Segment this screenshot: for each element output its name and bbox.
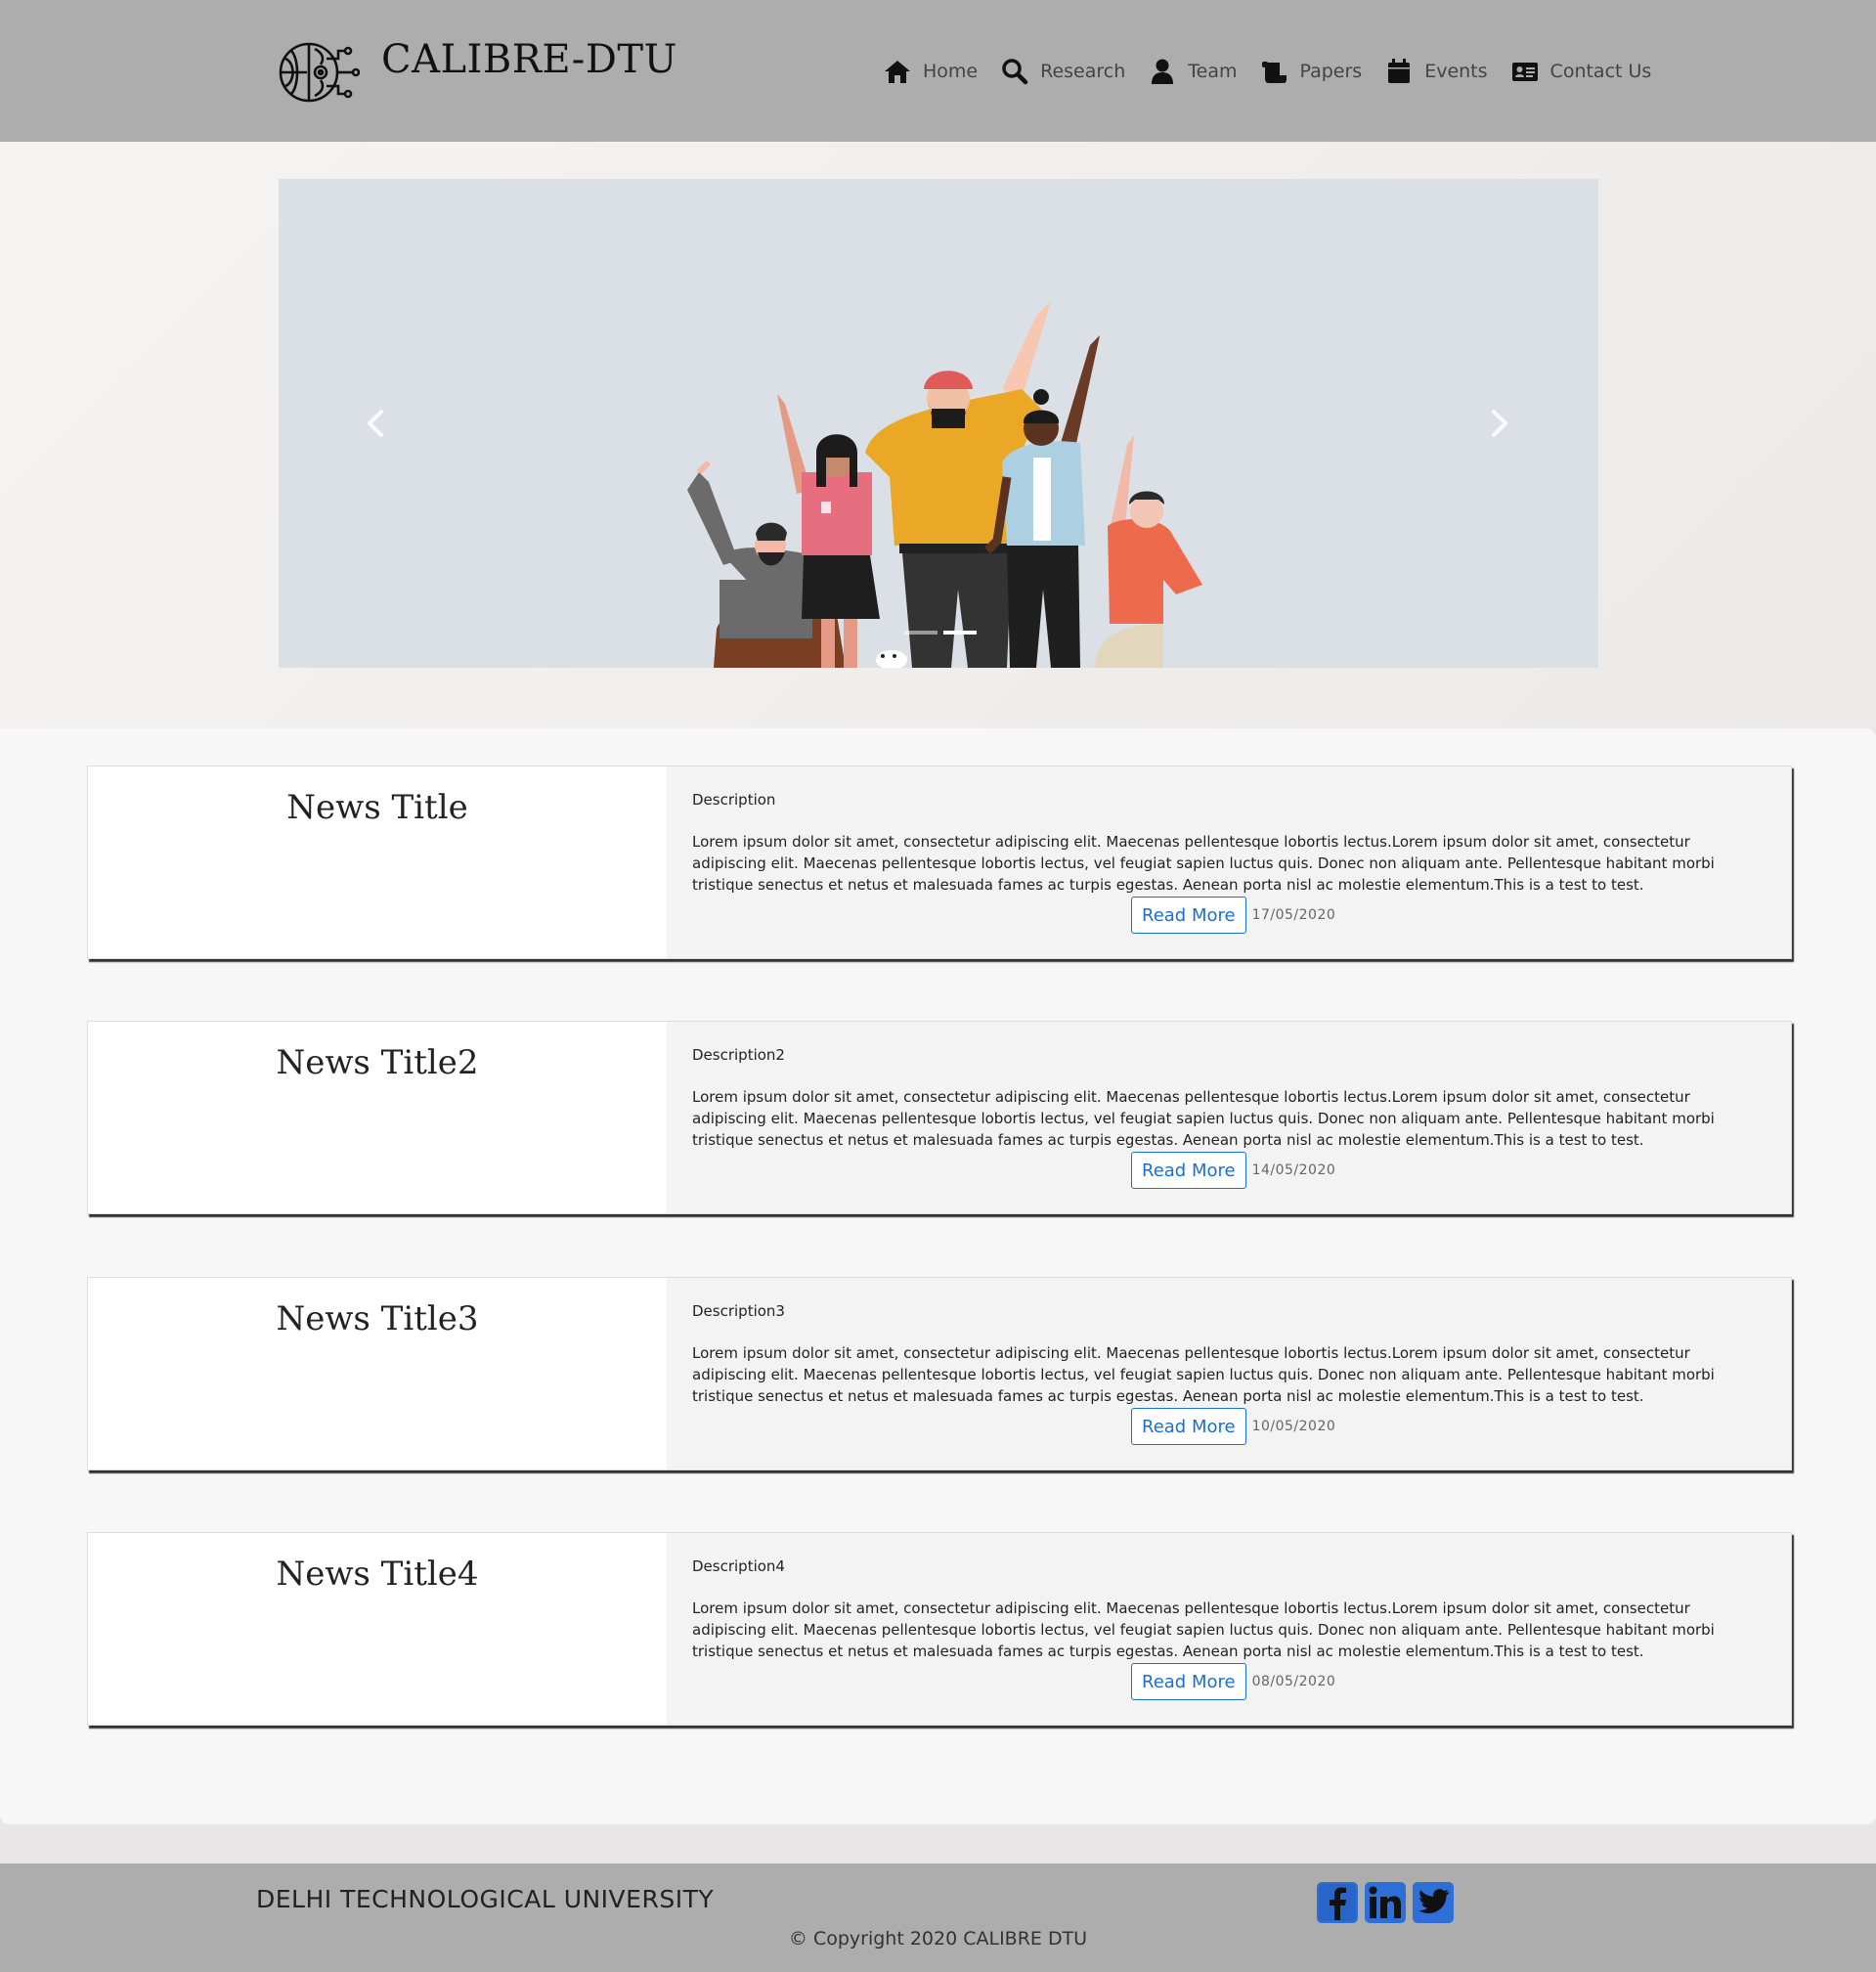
nav-research[interactable]: Research bbox=[1001, 58, 1125, 85]
footer-university: DELHI TECHNOLOGICAL UNIVERSITY bbox=[256, 1885, 715, 1913]
news-card-footer: Read More 17/05/2020 bbox=[1131, 897, 1335, 934]
read-more-button[interactable]: Read More bbox=[1131, 1152, 1246, 1189]
read-more-button[interactable]: Read More bbox=[1131, 897, 1246, 934]
nav-events-label: Events bbox=[1424, 61, 1488, 82]
news-card-footer: Read More 10/05/2020 bbox=[1131, 1408, 1335, 1445]
news-card-image-area: News Title2 bbox=[88, 1022, 667, 1213]
twitter-icon bbox=[1413, 1882, 1454, 1923]
linkedin-link[interactable] bbox=[1364, 1881, 1407, 1924]
footer-copyright: © Copyright 2020 CALIBRE DTU bbox=[788, 1928, 1088, 1950]
news-card-footer: Read More 08/05/2020 bbox=[1131, 1663, 1335, 1700]
news-date: 10/05/2020 bbox=[1251, 1419, 1336, 1434]
main-nav: Home Research Team Papers Events Contact… bbox=[884, 54, 1651, 89]
nav-papers-label: Papers bbox=[1299, 61, 1363, 82]
site-header: CALIBRE-DTU Home Research Team Papers Ev… bbox=[0, 0, 1876, 142]
search-icon bbox=[1002, 59, 1028, 85]
carousel-indicators bbox=[904, 631, 977, 635]
news-card: News Title3 Description3 Lorem ipsum dolor… bbox=[87, 1277, 1792, 1470]
news-card-image-area: News Title3 bbox=[88, 1278, 667, 1469]
news-description: Description bbox=[692, 791, 776, 809]
image-carousel[interactable] bbox=[279, 179, 1598, 668]
news-card-content: Description2 Lorem ipsum dolor sit amet, … bbox=[667, 1022, 1791, 1213]
user-icon bbox=[1152, 59, 1174, 84]
news-title: News Title bbox=[286, 788, 468, 827]
read-more-button[interactable]: Read More bbox=[1131, 1663, 1246, 1700]
news-body: Lorem ipsum dolor sit amet, consectetur … bbox=[692, 833, 1715, 894]
chevron-right-icon bbox=[1492, 410, 1507, 437]
id-card-icon bbox=[1511, 63, 1538, 81]
calendar-icon bbox=[1388, 59, 1411, 83]
news-description: Description4 bbox=[692, 1557, 785, 1575]
nav-home-label: Home bbox=[923, 61, 979, 82]
home-icon bbox=[885, 61, 910, 83]
site-footer: DELHI TECHNOLOGICAL UNIVERSITY © Copyrig… bbox=[0, 1863, 1876, 1972]
brand-name[interactable]: CALIBRE-DTU bbox=[381, 37, 677, 82]
nav-contact[interactable]: Contact Us bbox=[1511, 58, 1652, 85]
linkedin-icon bbox=[1365, 1882, 1406, 1923]
nav-research-label: Research bbox=[1040, 61, 1126, 82]
news-body: Lorem ipsum dolor sit amet, consectetur … bbox=[692, 1600, 1715, 1660]
news-title: News Title2 bbox=[276, 1043, 479, 1082]
news-card-content: Description3 Lorem ipsum dolor sit amet, … bbox=[667, 1278, 1791, 1469]
news-card: News Title2 Description2 Lorem ipsum dolor… bbox=[87, 1021, 1792, 1214]
news-description: Description3 bbox=[692, 1302, 785, 1320]
nav-events[interactable]: Events bbox=[1385, 58, 1488, 85]
nav-team-label: Team bbox=[1188, 61, 1238, 82]
news-date: 17/05/2020 bbox=[1251, 907, 1336, 923]
nav-team[interactable]: Team bbox=[1149, 58, 1237, 85]
news-card: News Title Description Lorem ipsum dolor s… bbox=[87, 766, 1792, 959]
chevron-left-icon bbox=[368, 410, 383, 437]
news-card-content: Description Lorem ipsum dolor sit amet, c… bbox=[667, 767, 1791, 958]
twitter-link[interactable] bbox=[1412, 1881, 1455, 1924]
read-more-button[interactable]: Read More bbox=[1131, 1408, 1246, 1445]
scroll-icon bbox=[1262, 62, 1287, 83]
nav-home[interactable]: Home bbox=[884, 58, 978, 85]
carousel-indicator-2[interactable] bbox=[943, 631, 977, 635]
nav-contact-label: Contact Us bbox=[1549, 61, 1652, 82]
facebook-link[interactable] bbox=[1316, 1881, 1359, 1924]
carousel-prev-button[interactable] bbox=[357, 404, 396, 443]
people-waving-illustration bbox=[687, 301, 1202, 668]
social-links bbox=[1316, 1881, 1455, 1924]
news-card-image-area: News Title4 bbox=[88, 1533, 667, 1725]
news-body: Lorem ipsum dolor sit amet, consectetur … bbox=[692, 1088, 1715, 1149]
carousel-indicator-1[interactable] bbox=[904, 631, 938, 635]
news-card-footer: Read More 14/05/2020 bbox=[1131, 1152, 1335, 1189]
news-title: News Title4 bbox=[276, 1555, 479, 1594]
news-card-content: Description4 Lorem ipsum dolor sit amet, … bbox=[667, 1533, 1791, 1725]
news-date: 08/05/2020 bbox=[1251, 1674, 1336, 1689]
nav-papers[interactable]: Papers bbox=[1260, 58, 1362, 85]
news-date: 14/05/2020 bbox=[1251, 1162, 1336, 1178]
news-body: Lorem ipsum dolor sit amet, consectetur … bbox=[692, 1344, 1715, 1405]
news-card: News Title4 Description4 Lorem ipsum dolor… bbox=[87, 1532, 1792, 1726]
news-description: Description2 bbox=[692, 1046, 785, 1064]
news-card-image-area: News Title bbox=[88, 767, 667, 958]
news-title: News Title3 bbox=[276, 1299, 479, 1338]
facebook-icon bbox=[1317, 1882, 1358, 1923]
carousel-next-button[interactable] bbox=[1479, 404, 1518, 443]
brain-logo-icon[interactable] bbox=[278, 39, 361, 106]
